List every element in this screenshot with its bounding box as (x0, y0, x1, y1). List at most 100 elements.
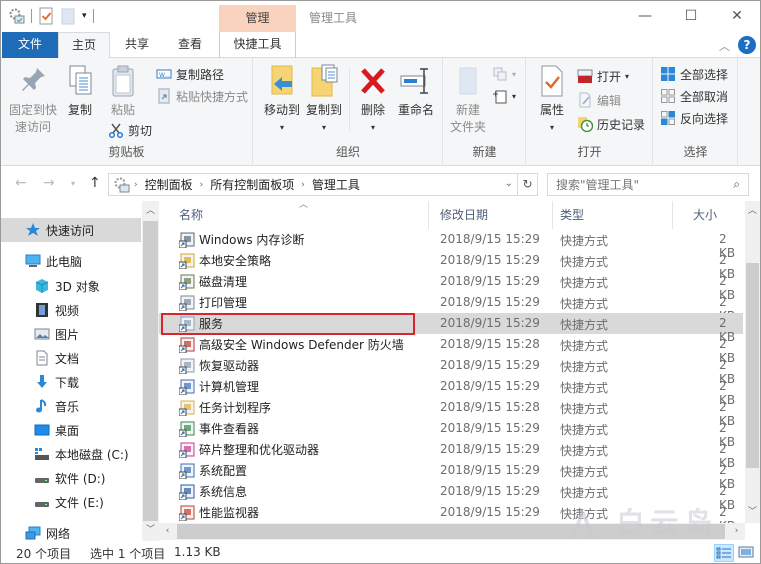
properties-button[interactable]: 属性 ▾ (535, 64, 569, 136)
invert-selection-button[interactable]: 反向选择 (660, 108, 728, 128)
breadcrumb-separator[interactable]: › (298, 180, 308, 190)
file-row[interactable]: 碎片整理和优化驱动器 2018/9/15 15:29 快捷方式 2 KB (159, 439, 743, 470)
column-header-name[interactable]: 名称 (159, 201, 429, 229)
file-row[interactable]: 高级安全 Windows Defender 防火墙 2018/9/15 15:28… (159, 334, 743, 365)
open-button[interactable]: 打开 ▾ (577, 66, 629, 86)
file-row[interactable]: 任务计划程序 2018/9/15 15:28 快捷方式 2 KB (159, 397, 743, 428)
delete-button[interactable]: 删除 ▾ (356, 64, 390, 136)
file-list-scrollbar[interactable]: ︿ ﹀ (745, 201, 760, 523)
help-icon[interactable]: ? (738, 36, 756, 54)
nav-item-label: 网络 (46, 526, 71, 541)
scroll-up-arrow[interactable]: ︿ (744, 203, 760, 220)
select-all-button[interactable]: 全部选择 (660, 64, 728, 84)
maximize-button[interactable]: ☐ (668, 1, 714, 31)
properties-icon[interactable] (38, 7, 54, 25)
tab-share[interactable]: 共享 (111, 32, 163, 58)
tab-shortcut-tools[interactable]: 快捷工具 (219, 32, 296, 58)
nav-item[interactable]: 下载 (1, 370, 141, 394)
nav-item-label: 下载 (55, 375, 80, 390)
scroll-down-arrow[interactable]: ﹀ (744, 504, 760, 521)
minimize-button[interactable]: — (622, 1, 668, 31)
nav-item[interactable]: 本地磁盘 (C:) (1, 442, 141, 466)
rename-button[interactable]: 重命名 (394, 64, 438, 119)
search-icon[interactable]: ⌕ (733, 177, 740, 192)
tab-file[interactable]: 文件 (2, 32, 58, 58)
search-box[interactable]: 搜索"管理工具" ⌕ (547, 173, 749, 196)
up-button[interactable]: ↑ (89, 175, 101, 191)
scroll-left-arrow[interactable]: ‹ (159, 523, 176, 540)
nav-item[interactable]: 音乐 (1, 394, 141, 418)
new-folder-icon[interactable] (60, 7, 76, 25)
collapse-ribbon-icon[interactable]: ︿ (719, 38, 730, 54)
file-row[interactable]: 系统信息 2018/9/15 15:29 快捷方式 2 KB (159, 481, 743, 512)
admin-tools-icon[interactable] (9, 7, 25, 25)
tab-home[interactable]: 主页 (58, 32, 110, 59)
nav-item-label: 此电脑 (46, 254, 83, 269)
nav-item[interactable]: 桌面 (1, 418, 141, 442)
horizontal-scrollbar[interactable]: ‹ › (159, 523, 745, 540)
file-row[interactable]: 打印管理2018/9/15 15:29快捷方式2 KB (159, 292, 743, 323)
scroll-up-arrow[interactable]: ︿ (142, 203, 159, 220)
breadcrumb-admin-tools[interactable]: 管理工具 (308, 176, 364, 193)
large-icons-view-button[interactable] (737, 544, 757, 562)
breadcrumb-all-control-panel-items[interactable]: 所有控制面板项 (206, 176, 298, 193)
file-row[interactable]: 系统配置 2018/9/15 15:29 快捷方式 2 KB (159, 460, 743, 491)
firewall-icon (178, 337, 195, 353)
tab-view[interactable]: 查看 (164, 32, 216, 58)
column-header-type[interactable]: 类型 (553, 201, 673, 229)
nav-item[interactable]: 快速访问 (1, 218, 141, 242)
file-row[interactable]: 性能监视器2018/9/15 15:29快捷方式2 KB (159, 502, 743, 533)
select-none-button[interactable]: 全部取消 (660, 86, 728, 106)
move-to-button[interactable]: 移动到 ▾ (262, 64, 302, 136)
file-row[interactable]: 事件查看器 2018/9/15 15:29 快捷方式 2 KB (159, 418, 743, 449)
paste-button[interactable]: 粘贴 (105, 64, 141, 119)
nav-item[interactable]: 文档 (1, 346, 141, 370)
file-row[interactable]: 计算机管理 2018/9/15 15:29 快捷方式 2 KB (159, 376, 743, 407)
breadcrumb-separator[interactable]: › (131, 180, 141, 190)
address-history-dropdown[interactable]: ⌄ (505, 178, 513, 189)
history-button[interactable]: 历史记录 (577, 114, 645, 134)
pin-to-quick-access-button[interactable]: 固定到快 速访问 (7, 64, 59, 136)
nav-pane-scrollbar[interactable]: ︿ ﹀ (142, 201, 159, 541)
details-view-button[interactable] (714, 544, 734, 562)
address-bar[interactable]: › 控制面板 › 所有控制面板项 › 管理工具 ⌄ ↻ (108, 173, 538, 196)
edit-button[interactable]: 编辑 (577, 90, 621, 110)
cut-button[interactable]: 剪切 (108, 120, 152, 140)
new-folder-button[interactable]: 新建 文件夹 (448, 64, 488, 136)
refresh-button[interactable]: ↻ (517, 174, 537, 195)
back-button[interactable]: ← (15, 175, 27, 191)
close-button[interactable]: ✕ (714, 1, 760, 31)
file-name-cell: Windows 内存诊断 (178, 231, 304, 248)
file-row[interactable]: 本地安全策略 2018/9/15 15:29 快捷方式 2 KB (159, 250, 743, 281)
nav-item[interactable]: 此电脑 (1, 249, 141, 273)
nav-item[interactable]: 图片 (1, 322, 141, 346)
breadcrumb-control-panel[interactable]: 控制面板 (141, 176, 197, 193)
file-row[interactable]: 磁盘清理 2018/9/15 15:29 快捷方式 2 KB (159, 271, 743, 302)
scrollbar-thumb[interactable] (177, 524, 725, 539)
nav-item[interactable]: 软件 (D:) (1, 466, 141, 490)
file-row[interactable]: 服务 2018/9/15 15:29 快捷方式 2 KB (159, 313, 743, 344)
nav-item[interactable]: 3D 对象 (1, 274, 141, 298)
nav-item[interactable]: 视频 (1, 298, 141, 322)
easy-access-button[interactable]: ▾ (492, 86, 516, 106)
file-row[interactable]: 恢复驱动器 2018/9/15 15:29 快捷方式 2 KB (159, 355, 743, 386)
forward-button[interactable]: → (43, 175, 55, 191)
customize-toolbar-dropdown[interactable]: ▾ (82, 11, 87, 21)
scroll-right-arrow[interactable]: › (728, 523, 745, 540)
column-header-size[interactable]: 大小 (673, 201, 753, 229)
copy-path-button[interactable]: W... 复制路径 (156, 64, 224, 84)
scrollbar-thumb[interactable] (143, 221, 158, 521)
scrollbar-thumb[interactable] (746, 263, 759, 468)
breadcrumb-separator[interactable]: › (197, 180, 207, 190)
paste-shortcut-button[interactable]: 粘贴快捷方式 (156, 86, 248, 106)
rename-label: 重命名 (397, 103, 434, 117)
nav-item[interactable]: 文件 (E:) (1, 490, 141, 514)
search-input[interactable]: 搜索"管理工具" (556, 176, 639, 193)
recent-locations-dropdown[interactable]: ▾ (71, 179, 75, 188)
new-item-button[interactable]: ▾ (492, 64, 516, 84)
copy-to-button[interactable]: 复制到 ▾ (304, 64, 344, 136)
scroll-down-arrow[interactable]: ﹀ (142, 522, 159, 539)
file-row[interactable]: Windows 内存诊断 2018/9/15 15:29 快捷方式 2 KB (159, 229, 743, 260)
copy-button[interactable]: 复制 (63, 64, 97, 119)
column-header-date[interactable]: 修改日期 (429, 201, 553, 229)
